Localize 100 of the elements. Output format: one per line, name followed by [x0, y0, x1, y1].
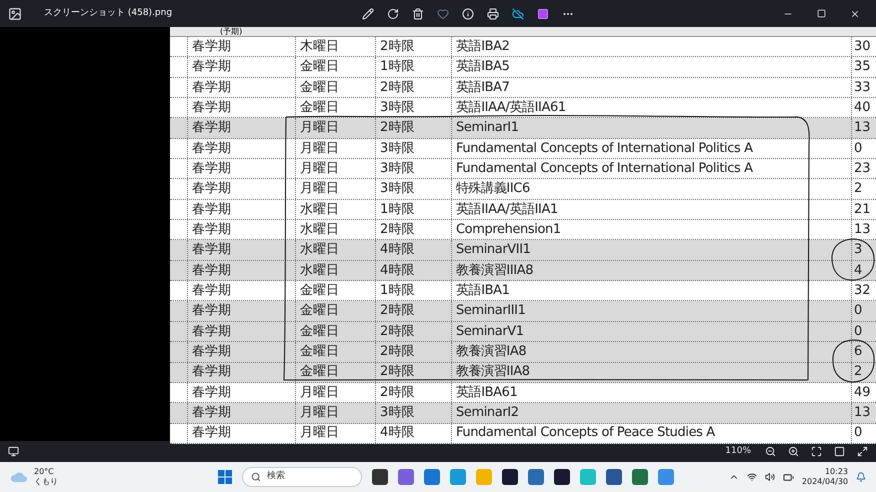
network-icon[interactable] — [746, 472, 757, 482]
table-cell-text: 2時限 — [380, 78, 414, 97]
table-cell-text: Comprehension1 — [456, 221, 561, 240]
table-cell-text: 4 — [854, 262, 862, 280]
app-icon[interactable] — [372, 469, 388, 485]
zoom-out-icon[interactable] — [765, 446, 776, 457]
table-cell-text: 教養演習IA8 — [456, 343, 526, 362]
table-cell-text: 英語IBA1 — [456, 282, 510, 300]
clock-date: 2024/04/30 — [802, 477, 848, 487]
volume-icon[interactable] — [764, 472, 775, 482]
battery-icon[interactable] — [782, 472, 794, 482]
table-cell-text: 春学期 — [192, 140, 231, 158]
table-cell-text: 金曜日 — [300, 322, 339, 341]
table-cell-text: 金曜日 — [300, 98, 339, 117]
column-header: (予期) — [220, 27, 242, 36]
table-cell-text: 月曜日 — [300, 140, 339, 158]
table-cell-text: SeminarV1 — [456, 322, 524, 341]
table-cell-text: 春学期 — [192, 98, 231, 117]
table-cell-text: 21 — [854, 200, 871, 219]
table-cell-text: 月曜日 — [300, 424, 339, 442]
rotate-icon[interactable] — [387, 8, 400, 20]
table-cell-text: 30 — [854, 38, 871, 56]
table-cell-text: Fundamental Concepts of International Politics A — [456, 140, 753, 158]
info-icon[interactable] — [462, 8, 474, 20]
cloud-off-icon[interactable] — [512, 8, 524, 20]
table-cell-text: 1時限 — [380, 200, 414, 219]
table-cell-text: 2時限 — [380, 38, 414, 56]
heart-icon[interactable] — [437, 8, 450, 20]
table-cell-text: 春学期 — [192, 119, 231, 138]
windows-start-icon[interactable] — [218, 470, 232, 484]
table-cell-text: 月曜日 — [300, 404, 339, 422]
table-cell-text: 春学期 — [192, 78, 231, 97]
photo-app-icon — [8, 6, 22, 20]
table-cell-text: 2 — [854, 363, 862, 382]
print-icon[interactable] — [487, 8, 500, 20]
weather-label: くもり — [34, 477, 58, 487]
table-cell-text: 月曜日 — [300, 119, 339, 138]
table-cell-text: 英語IBA7 — [456, 78, 510, 97]
table-cell-text: 月曜日 — [300, 384, 339, 402]
search-field[interactable]: 検索 — [242, 467, 362, 487]
temperature: 20°C — [34, 467, 55, 477]
app-icon[interactable] — [502, 469, 518, 485]
table-cell-text: 木曜日 — [300, 38, 339, 56]
table-cell-text: 教養演習IIA8 — [456, 363, 530, 382]
table-cell-text: 13 — [854, 404, 871, 422]
cloud-icon — [10, 471, 28, 483]
actual-size-icon[interactable] — [834, 446, 845, 457]
table-cell-text: 金曜日 — [300, 58, 339, 76]
table-cell-text: 春学期 — [192, 221, 231, 240]
table-cell-text: 1時限 — [380, 58, 414, 76]
table-cell-text: 金曜日 — [300, 363, 339, 382]
window-title: スクリーンショット (458).png — [44, 6, 172, 20]
table-cell-text: SeminarIII1 — [456, 302, 526, 320]
table-cell-text: 春学期 — [192, 343, 231, 362]
pen-circle-drawing — [830, 238, 876, 282]
table-cell-text: 英語IBA2 — [456, 38, 510, 56]
zoom-in-icon[interactable] — [788, 446, 799, 457]
maximize-icon[interactable] — [817, 8, 826, 18]
app-icon[interactable] — [606, 469, 622, 485]
table-cell-text: 2時限 — [380, 322, 414, 341]
table-cell-text: 3時限 — [380, 160, 414, 178]
table-cell-text: 4時限 — [380, 262, 414, 280]
table-cell-text: 2時限 — [380, 221, 414, 240]
table-cell-text: 春学期 — [192, 200, 231, 219]
table-cell-text: 金曜日 — [300, 78, 339, 97]
table-cell-text: 金曜日 — [300, 302, 339, 320]
table-cell-text: 2時限 — [380, 363, 414, 382]
table-cell-text: 33 — [854, 78, 871, 97]
fullscreen-icon[interactable] — [857, 446, 868, 457]
delete-icon[interactable] — [412, 8, 424, 20]
close-icon[interactable] — [850, 8, 860, 18]
table-cell-text: 0 — [854, 302, 862, 320]
table-cell-text: 0 — [854, 424, 862, 442]
table-cell-text: 春学期 — [192, 384, 231, 402]
table-cell-text: 特殊講義IIC6 — [456, 180, 530, 198]
table-cell-text: 3時限 — [380, 98, 414, 117]
edit-icon[interactable] — [362, 8, 374, 20]
table-cell-text: 月曜日 — [300, 180, 339, 198]
table-cell-text: 3時限 — [380, 180, 414, 198]
app-icon[interactable] — [554, 469, 570, 485]
table-cell-text: 春学期 — [192, 424, 231, 442]
table-cell-text: 春学期 — [192, 58, 231, 76]
table-cell-text: SeminarVII1 — [456, 241, 531, 260]
table-cell-text: 2時限 — [380, 343, 414, 362]
table-cell-text: 1時限 — [380, 282, 414, 300]
table-cell-text: 英語IIAA/英語IIA1 — [456, 200, 558, 219]
table-cell-text: 2時限 — [380, 119, 414, 138]
table-cell-text: 13 — [854, 221, 871, 240]
table-cell-text: Fundamental Concepts of International Politics A — [456, 160, 753, 178]
fit-icon[interactable] — [811, 446, 822, 457]
table-cell-text: 40 — [854, 98, 871, 117]
bell-icon[interactable] — [856, 472, 866, 482]
table-cell-text: 金曜日 — [300, 282, 339, 300]
table-cell-text: 教養演習IIIA8 — [456, 262, 534, 280]
table-cell-text: 3時限 — [380, 404, 414, 422]
table-cell-text: 2時限 — [380, 302, 414, 320]
table-cell-text: SeminarI2 — [456, 404, 519, 422]
table-cell-text: 水曜日 — [300, 241, 339, 260]
table-cell-text: 春学期 — [192, 38, 231, 56]
table-cell-text: 春学期 — [192, 363, 231, 382]
